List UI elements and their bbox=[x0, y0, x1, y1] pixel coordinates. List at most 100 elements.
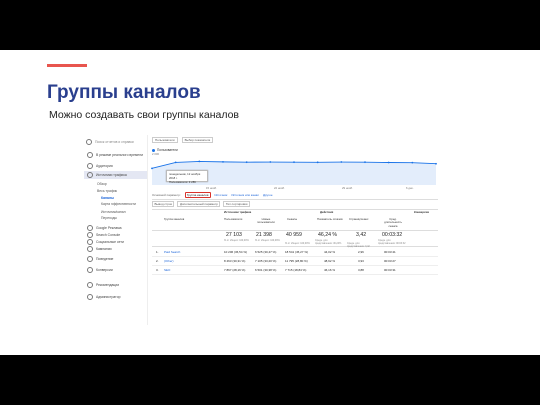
metric-compare-button[interactable]: Выбор показателя bbox=[181, 137, 214, 143]
sidebar-item-label: Рекомендации bbox=[96, 283, 120, 287]
row-avg-duration: 00:03:41 bbox=[384, 250, 396, 254]
row-new-users: 6 525 (30,47 %) bbox=[255, 250, 277, 254]
col-header-bounce-rate[interactable]: Показатель отказов bbox=[317, 217, 343, 221]
tab-channel-group[interactable]: Группа каналов bbox=[184, 192, 211, 198]
chart-point[interactable] bbox=[411, 161, 414, 164]
row-channel-link[interactable]: SEO bbox=[164, 268, 170, 272]
triangle-icon bbox=[87, 246, 93, 252]
chart-point[interactable] bbox=[387, 161, 390, 164]
sort-type-dropdown[interactable]: Тип сортировки bbox=[223, 201, 250, 207]
chart-point[interactable] bbox=[245, 161, 248, 164]
x-tick-label: 29 нояб. bbox=[342, 186, 353, 190]
row-users: 7 867 (28,16 %) bbox=[224, 268, 246, 272]
sidebar-item-campaigns[interactable]: Кампании bbox=[87, 245, 112, 253]
acquisition-icon bbox=[87, 172, 93, 178]
sidebar-subitem-all-traffic[interactable]: Весь трафик bbox=[97, 189, 117, 193]
sidebar-subitem-referrals[interactable]: Переходы bbox=[101, 216, 117, 220]
row-bounce-rate: 46,16 % bbox=[324, 268, 336, 272]
sidebar-item-admin[interactable]: Администратор bbox=[87, 293, 120, 301]
sidebar-item-label: Поведение bbox=[96, 257, 114, 261]
sidebar-item-label: Социальные сети bbox=[96, 240, 124, 244]
chart-header: Пользователи Выбор показателя bbox=[152, 137, 214, 143]
table-row[interactable]: 3. SEO 7 867 (28,16 %) 6 501 (30,38 %) 7… bbox=[152, 265, 438, 275]
row-bounce-rate: 44,02 % bbox=[324, 250, 336, 254]
row-number: 2. bbox=[156, 259, 159, 263]
sidebar-item-label: Аудитория bbox=[96, 164, 113, 168]
col-header-users[interactable]: Пользователи bbox=[224, 217, 242, 221]
sidebar-subitem-overview[interactable]: Обзор bbox=[97, 182, 107, 186]
sidebar-item-label: В режиме реального времени bbox=[96, 153, 143, 157]
plot-rows-button[interactable]: Вывод строк bbox=[152, 201, 175, 207]
flag-icon bbox=[87, 267, 93, 273]
chart-point[interactable] bbox=[316, 161, 319, 164]
sidebar-subitem-channels[interactable]: Каналы bbox=[101, 196, 114, 200]
total-new-users: 21 398 bbox=[256, 232, 272, 238]
col-header-avg-session-duration[interactable]: Сред. длительность сеанса bbox=[380, 217, 406, 228]
col-header-pages-per-session[interactable]: Страниц/сеанс bbox=[349, 217, 368, 221]
chart-point[interactable] bbox=[269, 161, 272, 163]
sidebar-subitem-treemap[interactable]: Карта эффективности bbox=[101, 202, 136, 206]
row-number: 3. bbox=[156, 268, 159, 272]
row-users: 8 463 (30,31 %) bbox=[224, 259, 246, 263]
chart-tooltip: понедельник, 12 ноября 2018 г. Пользоват… bbox=[166, 170, 208, 184]
total-bounce-avg: Средн. для представления: 46,24% bbox=[315, 239, 342, 245]
total-users: 27 103 bbox=[226, 232, 242, 238]
chart-point[interactable] bbox=[435, 162, 437, 165]
secondary-dimension-dropdown[interactable]: Дополнительный параметр bbox=[177, 201, 221, 207]
sidebar-item-acquisition[interactable]: Источники трафика bbox=[84, 171, 147, 179]
accent-bar bbox=[47, 64, 87, 67]
chart-point[interactable] bbox=[174, 161, 177, 164]
row-pages-per-session: 3,88 bbox=[358, 268, 364, 272]
sidebar-item-label: Кампании bbox=[96, 247, 112, 251]
col-header-channel-group[interactable]: Группа каналов bbox=[164, 217, 184, 221]
tooltip-value: Пользователи: 3 286 bbox=[169, 180, 196, 184]
sidebar-item-label: Администратор bbox=[96, 295, 121, 299]
tab-source[interactable]: Источник bbox=[215, 193, 228, 197]
table-toolbar: Вывод строк Дополнительный параметр Тип … bbox=[152, 201, 250, 207]
total-duration-avg: Средн. для представления: 00:03:32 bbox=[378, 239, 406, 245]
gear-icon bbox=[87, 294, 93, 300]
total-sessions: 40 959 bbox=[286, 232, 302, 238]
chart-point[interactable] bbox=[222, 160, 224, 163]
sidebar-item-audience[interactable]: Аудитория bbox=[87, 162, 113, 170]
sidebar-item-recommendations[interactable]: Рекомендации bbox=[87, 281, 119, 289]
chart-point[interactable] bbox=[340, 161, 343, 163]
person-icon bbox=[87, 163, 93, 169]
analytics-screenshot: Поиск отчетов и справки В режиме реально… bbox=[84, 135, 440, 325]
row-channel-link[interactable]: (Other) bbox=[164, 259, 174, 263]
primary-dimension-label: Основной параметр: bbox=[152, 193, 181, 197]
row-sessions: 7 715 (18,84 %) bbox=[285, 268, 307, 272]
clock-icon bbox=[87, 152, 93, 158]
behavior-icon bbox=[87, 256, 93, 262]
slide-subtitle: Можно создавать свои группы каналов bbox=[49, 109, 240, 121]
sidebar-subitem-source-medium[interactable]: Источник/канал bbox=[101, 210, 126, 214]
metric-select-button[interactable]: Пользователи bbox=[152, 137, 178, 143]
row-avg-duration: 00:03:27 bbox=[384, 259, 396, 263]
row-new-users: 6 501 (30,38 %) bbox=[255, 268, 277, 272]
sidebar-item-behavior[interactable]: Поведение bbox=[87, 255, 113, 263]
sidebar-item-conversions[interactable]: Конверсии bbox=[87, 266, 113, 274]
tab-source-medium[interactable]: Источник или канал bbox=[231, 193, 259, 197]
sidebar-item-realtime[interactable]: В режиме реального времени bbox=[87, 151, 143, 159]
chart-point[interactable] bbox=[293, 161, 295, 164]
row-users: 10 206 (36,54 %) bbox=[224, 250, 248, 254]
row-sessions: 11 795 (28,80 %) bbox=[285, 259, 308, 263]
sidebar-item-label: Конверсии bbox=[96, 268, 113, 272]
row-avg-duration: 00:03:31 bbox=[384, 268, 396, 272]
row-number: 1. bbox=[156, 250, 159, 254]
x-tick-label: 15 нояб. bbox=[206, 186, 217, 190]
sidebar-item-label: Search Console bbox=[96, 233, 121, 237]
chart-point[interactable] bbox=[364, 161, 366, 164]
group-header-acquisition: Источники трафика bbox=[224, 210, 252, 214]
primary-dimension-tabs: Основной параметр: Группа каналов Источн… bbox=[152, 191, 438, 200]
col-header-new-users[interactable]: Новые пользователи bbox=[255, 217, 277, 225]
col-header-sessions[interactable]: Сеансы bbox=[287, 217, 297, 221]
chart-point[interactable] bbox=[151, 167, 153, 170]
table-totals: 27 103 21 398 40 959 46,24 % 3,42 00:03:… bbox=[152, 230, 438, 248]
x-tick-label: 6 дек. bbox=[406, 186, 414, 190]
tab-other[interactable]: Другое bbox=[263, 193, 273, 197]
sidebar-search[interactable]: Поиск отчетов и справки bbox=[86, 138, 144, 146]
chart-point[interactable] bbox=[198, 160, 201, 163]
row-channel-link[interactable]: Paid Search bbox=[164, 250, 180, 254]
sidebar: Поиск отчетов и справки В режиме реально… bbox=[84, 135, 148, 325]
